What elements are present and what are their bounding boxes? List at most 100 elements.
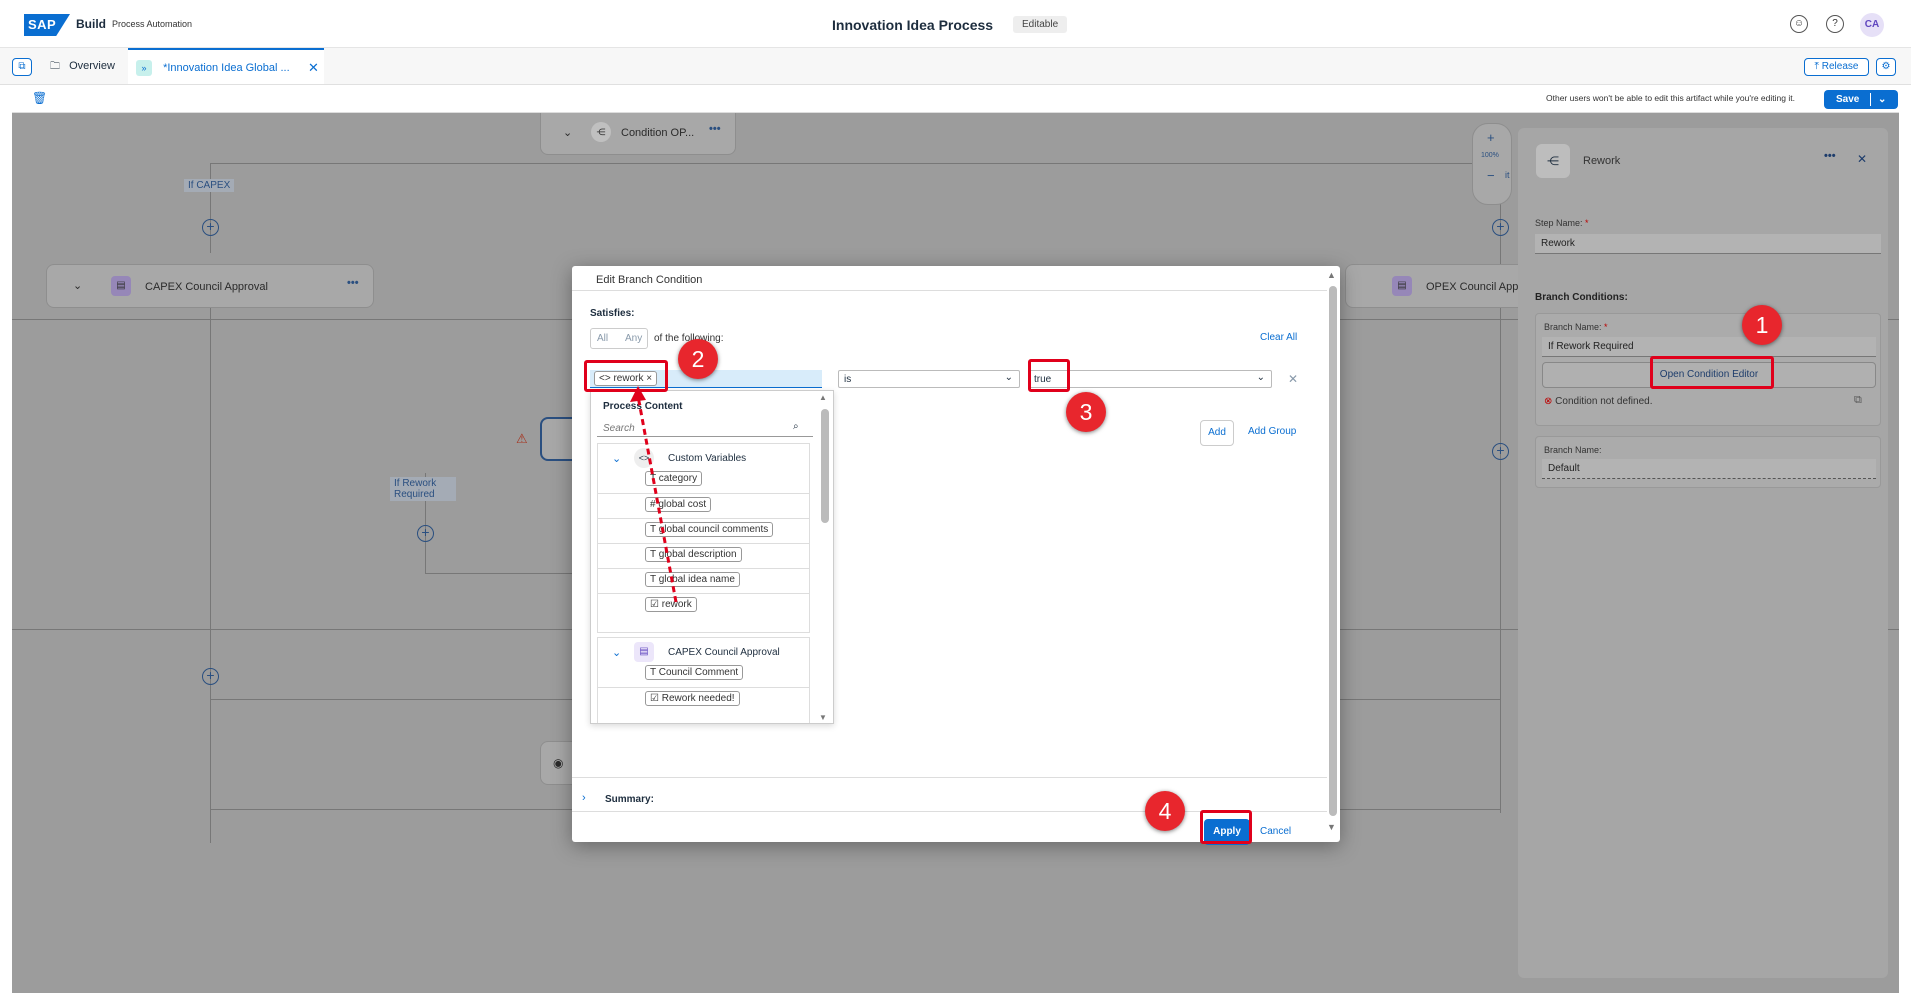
scroll-up-icon[interactable]: ▲ xyxy=(819,393,827,402)
step-badge-1: 1 xyxy=(1742,305,1782,345)
search-icon[interactable]: ⌕ xyxy=(793,421,799,432)
add-button[interactable]: Add xyxy=(1200,420,1234,446)
end-icon: ◉ xyxy=(553,756,564,770)
step-name-text: Step Name: xyxy=(1535,218,1583,228)
more-icon[interactable]: ••• xyxy=(347,277,359,289)
tab-bar: ⧉ 🗀 Overview » *Innovation Idea Global .… xyxy=(0,48,1911,85)
branch-name-label: Branch Name: xyxy=(1544,445,1602,455)
release-button[interactable]: ⤒ Release xyxy=(1804,58,1869,76)
add-step-icon[interactable]: + xyxy=(1492,219,1509,236)
scroll-up-icon[interactable]: ▲ xyxy=(1327,270,1336,280)
all-option[interactable]: All xyxy=(597,333,608,344)
chevron-down-icon[interactable]: ⌄ xyxy=(1878,90,1886,109)
shell-bar: SAP Build Process Automation Innovation … xyxy=(0,0,1911,48)
remove-condition-icon[interactable]: ✕ xyxy=(1288,372,1298,386)
zoom-in-icon[interactable]: + xyxy=(1487,130,1495,145)
summary-label: Summary: xyxy=(605,794,654,805)
help-icon[interactable]: ? xyxy=(1826,15,1844,33)
chevron-down-icon[interactable]: ⌄ xyxy=(612,646,621,659)
warning-icon: ⚠ xyxy=(516,431,528,446)
highlight-apply xyxy=(1200,810,1252,844)
tab-process-label: *Innovation Idea Global ... xyxy=(163,62,290,74)
dialog-scrollbar[interactable] xyxy=(1329,286,1337,816)
product-name: Build xyxy=(76,17,106,31)
tree-row[interactable]: T Council Comment xyxy=(597,662,810,687)
branch-label-rework[interactable]: If Rework Required xyxy=(390,477,456,501)
form-icon: ▤ xyxy=(634,642,654,662)
clear-all-link[interactable]: Clear All xyxy=(1260,332,1297,343)
connector xyxy=(425,573,585,574)
operator-value: is xyxy=(844,374,852,385)
zoom-control: + 100% − it xyxy=(1472,123,1512,205)
close-icon[interactable]: ✕ xyxy=(1857,152,1867,166)
any-option[interactable]: Any xyxy=(625,333,642,344)
var-label: Council Comment xyxy=(658,667,739,678)
group2-label: CAPEX Council Approval xyxy=(668,647,780,658)
condition-status-text: Condition not defined. xyxy=(1555,396,1653,407)
branch-label-capex[interactable]: If CAPEX xyxy=(184,179,235,192)
highlight-value xyxy=(1028,359,1070,392)
scroll-down-icon[interactable]: ▼ xyxy=(819,713,827,722)
branch-name-input[interactable]: If Rework Required xyxy=(1542,337,1876,357)
add-step-icon[interactable]: + xyxy=(202,668,219,685)
more-icon[interactable]: ••• xyxy=(709,123,721,135)
release-label: Release xyxy=(1821,61,1859,72)
divider xyxy=(572,290,1327,291)
chevron-right-icon[interactable]: › xyxy=(582,792,586,804)
save-button[interactable]: Save ⌄ xyxy=(1824,90,1898,109)
close-icon[interactable]: ✕ xyxy=(308,50,319,86)
delete-icon[interactable]: 🗑 xyxy=(32,91,47,105)
folder-icon: 🗀 xyxy=(50,61,60,72)
tree-row[interactable]: ☑ Rework needed! xyxy=(597,687,810,712)
tab-overview[interactable]: 🗀 Overview xyxy=(50,48,125,84)
fit-label[interactable]: it xyxy=(1505,170,1510,180)
tab-process[interactable]: » *Innovation Idea Global ... ✕ xyxy=(128,48,324,84)
toolbar: 🗑 Other users won't be able to edit this… xyxy=(12,85,1899,113)
step-name-input[interactable]: Rework xyxy=(1535,234,1881,254)
save-label: Save xyxy=(1836,94,1860,105)
settings-icon[interactable]: ⚙ xyxy=(1876,58,1896,76)
chevron-down-icon: ⌄ xyxy=(1256,372,1265,383)
add-step-icon[interactable]: + xyxy=(1492,443,1509,460)
operator-select[interactable]: is ⌄ xyxy=(838,370,1020,388)
process-icon: » xyxy=(136,60,152,76)
add-step-icon[interactable]: + xyxy=(202,219,219,236)
properties-panel: ⋲ Rework ••• ✕ Step Name: * Rework Branc… xyxy=(1518,128,1888,978)
add-group-link[interactable]: Add Group xyxy=(1248,426,1296,437)
required-mark: * xyxy=(1585,218,1589,228)
step-badge-3: 3 xyxy=(1066,392,1106,432)
sap-logo[interactable]: SAP xyxy=(24,14,70,36)
required-mark: * xyxy=(1604,322,1608,332)
add-step-icon[interactable]: + xyxy=(417,525,434,542)
var-rework-needed[interactable]: ☑ Rework needed! xyxy=(645,691,740,706)
cancel-link[interactable]: Cancel xyxy=(1260,826,1291,837)
branch-name-text: Branch Name: xyxy=(1544,322,1602,332)
branch-card-default: Branch Name: Default xyxy=(1535,436,1881,488)
avatar[interactable]: CA xyxy=(1860,13,1884,37)
lock-notice: Other users won't be able to edit this a… xyxy=(1546,93,1795,103)
var-council-comment[interactable]: T Council Comment xyxy=(645,665,744,680)
zoom-out-icon[interactable]: − xyxy=(1487,168,1495,183)
branch-name-label: Branch Name: * xyxy=(1544,322,1608,332)
scroll-down-icon[interactable]: ▼ xyxy=(1327,822,1336,832)
tab-overview-label: Overview xyxy=(69,60,115,72)
connector xyxy=(210,163,211,253)
condition-node[interactable]: ⌄ ⋲ Condition OP... ••• xyxy=(540,113,736,155)
error-icon: ⊗ xyxy=(1544,396,1553,407)
chevron-down-icon[interactable]: ⌄ xyxy=(563,126,572,139)
back-icon[interactable]: ⧉ xyxy=(12,58,32,76)
more-icon[interactable]: ••• xyxy=(1824,150,1836,162)
chevron-down-icon[interactable]: ⌄ xyxy=(73,279,82,292)
feedback-icon[interactable]: ☺ xyxy=(1790,15,1808,33)
connector xyxy=(1500,163,1501,813)
copy-icon[interactable]: ⧉ xyxy=(1854,394,1862,407)
scrollbar[interactable] xyxy=(821,409,829,523)
zoom-level: 100% xyxy=(1481,152,1499,159)
capex-node[interactable]: ⌄ ▤ CAPEX Council Approval ••• xyxy=(46,264,374,308)
satisfies-label: Satisfies: xyxy=(590,308,635,319)
highlight-open-editor xyxy=(1650,356,1774,389)
connector-top xyxy=(210,163,1510,164)
branch-conditions-title: Branch Conditions: xyxy=(1535,292,1628,303)
branch-label-rework-line2: Required xyxy=(394,489,435,500)
